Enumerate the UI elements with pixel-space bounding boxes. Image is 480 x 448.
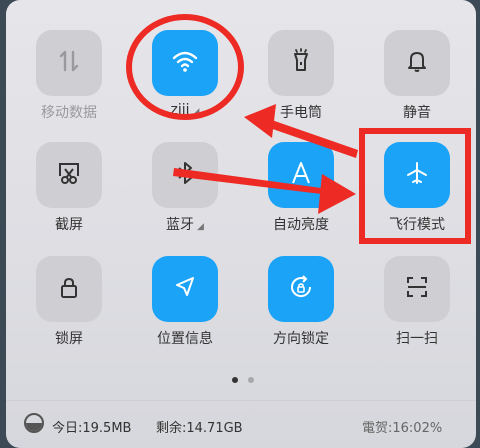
label-scan: 扫一扫 <box>396 331 438 347</box>
control-center-panel: 移动数据 ziji ◢ 手电筒 静音 截屏 蓝牙 ◢ 自动亮度 飞行模式 锁屏 … <box>6 0 476 448</box>
label-auto-brightness: 自动亮度 <box>273 217 329 233</box>
label-lock-screen: 锁屏 <box>55 331 83 347</box>
location-icon <box>170 272 200 306</box>
label-silent: 静音 <box>403 105 431 121</box>
annotation-circle <box>126 14 244 120</box>
label-bluetooth: 蓝牙 ◢ <box>130 214 240 234</box>
battery-status: 電贺:16:02% <box>362 421 443 436</box>
tile-screenshot[interactable] <box>36 142 102 208</box>
label-screenshot: 截屏 <box>55 217 83 233</box>
auto-brightness-icon <box>286 158 316 192</box>
tile-auto-brightness[interactable] <box>268 142 334 208</box>
bell-icon <box>402 46 432 80</box>
remaining-data: 剩余:14.71GB <box>156 421 243 436</box>
tile-flashlight[interactable] <box>268 30 334 96</box>
tile-bluetooth[interactable] <box>152 142 218 208</box>
today-usage: 今日:19.5MB <box>52 421 132 436</box>
label-location: 位置信息 <box>157 331 213 347</box>
bluetooth-label-text: 蓝牙 <box>166 217 195 233</box>
tile-scan[interactable] <box>384 256 450 322</box>
tile-mobile-data[interactable] <box>36 30 102 96</box>
label-flashlight: 手电筒 <box>280 105 322 121</box>
data-usage-footer: 今日:19.5MB 剩余:14.71GB 電贺:16:02% <box>6 400 476 448</box>
mobile-data-icon <box>54 46 84 80</box>
screenshot-icon <box>54 158 84 192</box>
rotation-lock-icon <box>286 272 316 306</box>
page-indicator-dot[interactable] <box>248 377 254 383</box>
label-rotation-lock: 方向锁定 <box>273 331 329 347</box>
data-usage-icon <box>24 413 44 433</box>
scan-icon <box>402 272 432 306</box>
expand-caret-icon: ◢ <box>197 222 204 232</box>
label-mobile-data: 移动数据 <box>41 105 97 121</box>
lock-icon <box>54 272 84 306</box>
annotation-box <box>359 128 471 244</box>
tile-silent[interactable] <box>384 30 450 96</box>
flashlight-icon <box>286 46 316 80</box>
page-indicator-dot-active[interactable] <box>232 377 238 383</box>
tile-lock-screen[interactable] <box>36 256 102 322</box>
tile-location[interactable] <box>152 256 218 322</box>
tile-rotation-lock[interactable] <box>268 256 334 322</box>
bluetooth-icon <box>170 158 200 192</box>
